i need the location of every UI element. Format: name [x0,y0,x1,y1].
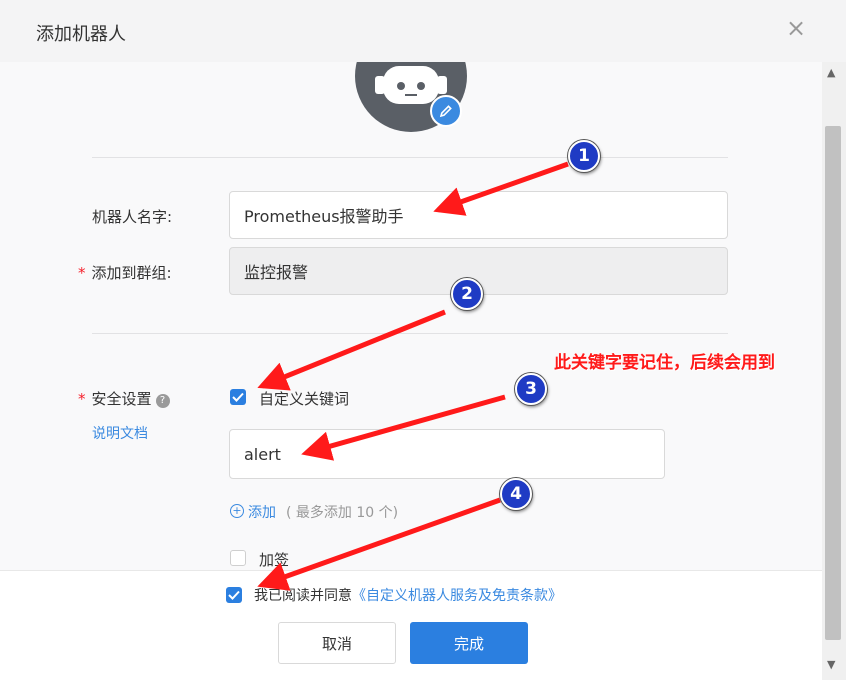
keyword-checkbox[interactable] [230,389,246,405]
plus-circle-icon[interactable]: + [230,504,244,518]
dialog-header: 添加机器人 × [0,0,846,62]
annotation-marker-4: 4 [500,478,532,510]
divider [92,333,728,334]
sign-checkbox-label: 加签 [259,551,290,569]
terms-link[interactable]: 《自定义机器人服务及免责条款》 [352,588,562,604]
done-button[interactable]: 完成 [410,622,528,664]
security-label: * 安全设置? [78,388,170,409]
dialog-body: 机器人名字: Prometheus报警助手 * 添加到群组: 监控报警 * 安全设置… [0,62,822,570]
annotation-marker-2: 2 [451,278,483,310]
agree-text: 我已阅读并同意《自定义机器人服务及免责条款》 [254,588,562,604]
dialog-title: 添加机器人 [36,24,126,45]
group-label: * 添加到群组: [78,264,172,282]
sign-checkbox[interactable] [230,550,246,566]
checkbox-checked-icon [232,392,244,402]
add-keyword-link[interactable]: 添加 [248,502,276,522]
annotation-marker-3: 3 [515,373,547,405]
robot-name-input[interactable]: Prometheus报警助手 [229,191,728,239]
doc-link[interactable]: 说明文档 [92,423,148,443]
dialog-footer: 我已阅读并同意《自定义机器人服务及免责条款》 取消 完成 [0,570,822,681]
agree-checkbox[interactable] [226,587,242,603]
divider [92,157,728,158]
scroll-up-icon[interactable]: ▲ [827,66,835,79]
keyword-input[interactable]: alert [229,429,665,479]
scrollbar[interactable]: ▲ ▼ [822,62,846,680]
annotation-marker-1: 1 [568,140,600,172]
scroll-down-icon[interactable]: ▼ [827,658,835,671]
add-robot-dialog: 添加机器人 × 机器人名字: Prometheus报警助手 * 添加到群组: 监控… [0,0,846,681]
robot-name-label: 机器人名字: [92,208,173,226]
close-icon[interactable]: × [786,16,806,40]
checkbox-checked-icon [228,590,240,600]
annotation-note: 此关键字要记住，后续会用到 [554,353,775,373]
cancel-button[interactable]: 取消 [278,622,396,664]
scrollbar-thumb[interactable] [825,126,841,640]
keyword-checkbox-label: 自定义关键词 [259,390,350,408]
edit-pencil-icon[interactable] [430,95,462,127]
add-hint: ( 最多添加 10 个) [286,505,399,521]
help-icon[interactable]: ? [155,394,170,408]
